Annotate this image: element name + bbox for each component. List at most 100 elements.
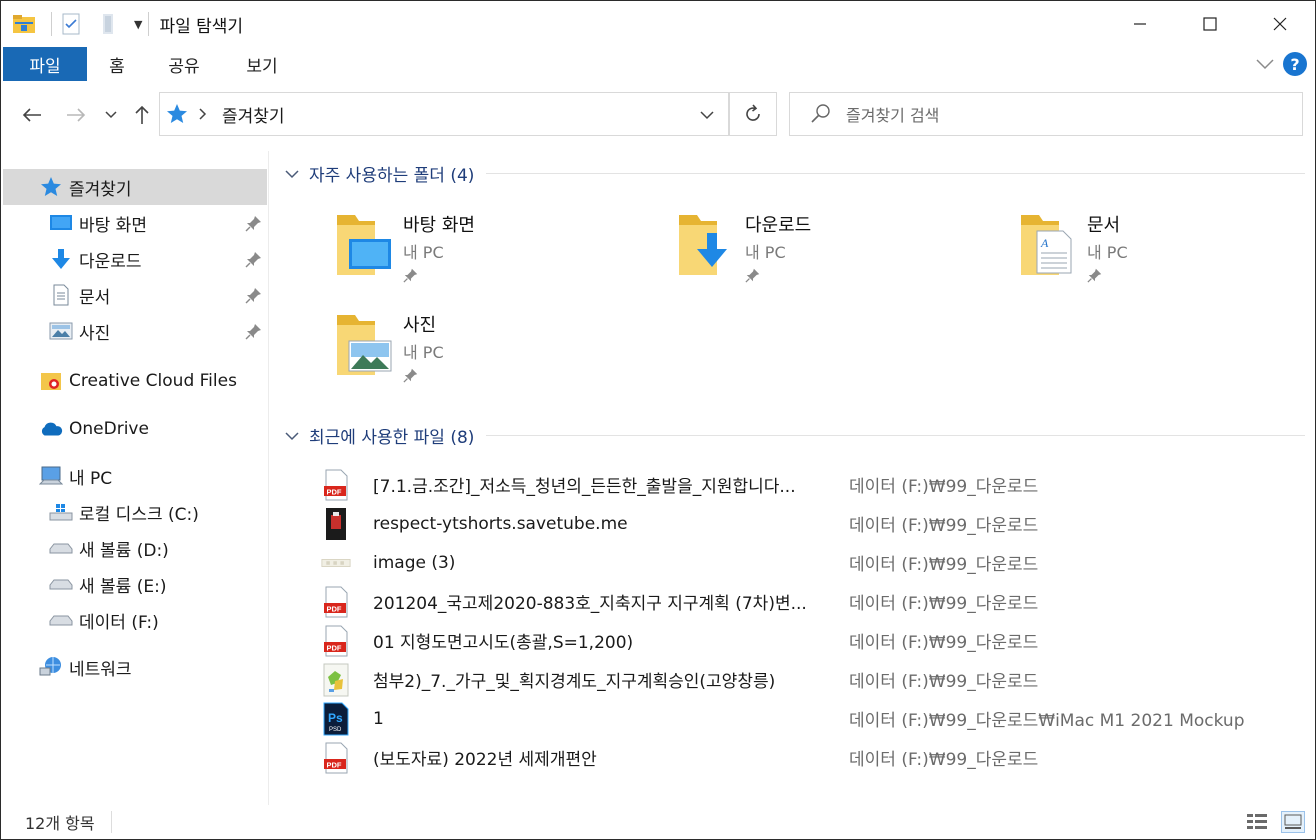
large-icons-view-icon — [1284, 814, 1302, 829]
address-bar[interactable]: 즐겨찾기 — [159, 92, 729, 136]
group-title: 최근에 사용한 파일 (8) — [309, 428, 475, 448]
properties-icon[interactable] — [58, 11, 84, 37]
address-history-dropdown-icon[interactable] — [700, 110, 714, 120]
sidebar-item-drive-c[interactable]: 로컬 디스크 (C:) — [3, 494, 267, 530]
navigation-bar: 즐겨찾기 즐겨찾기 검색 — [1, 89, 1315, 139]
recent-file-row[interactable]: PDF [7.1.금.조간]_저소득_청년의_든든한_출발을_지원합니다... … — [321, 465, 1311, 504]
tab-home[interactable]: 홈 — [89, 47, 145, 81]
pin-icon[interactable] — [245, 322, 263, 340]
sidebar-item-label: 로컬 디스크 (C:) — [79, 504, 199, 525]
documents-folder-icon: A — [1021, 215, 1072, 275]
help-icon[interactable]: ? — [1283, 52, 1307, 76]
desktop-folder-icon — [337, 215, 391, 275]
recent-files-header[interactable]: 최근에 사용한 파일 (8) — [285, 423, 1305, 448]
large-icons-view-button[interactable] — [1281, 811, 1305, 833]
recent-file-row[interactable]: Ps PSD 1 데이터 (F:)₩99_다운로드₩iMac M1 2021 Mo… — [321, 699, 1311, 738]
back-button[interactable] — [19, 101, 45, 129]
sidebar-item-downloads[interactable]: 다운로드 — [3, 241, 267, 277]
file-location: 데이터 (F:)₩99_다운로드 — [849, 516, 1039, 536]
sidebar-item-label: 다운로드 — [79, 251, 142, 272]
sidebar-item-creative-cloud[interactable]: Creative Cloud Files — [3, 363, 267, 399]
photoshop-file-icon: Ps PSD — [321, 702, 351, 736]
svg-text:Ps: Ps — [328, 711, 343, 725]
recent-file-row[interactable]: PDF 01 지형도면고시도(총괄,S=1,200) 데이터 (F:)₩99_다… — [321, 621, 1311, 660]
recent-file-row[interactable]: PDF (보도자료) 2022년 세제개편안 데이터 (F:)₩99_다운로드 — [321, 738, 1311, 777]
file-name: respect-ytshorts.savetube.me — [373, 513, 628, 534]
sidebar-item-label: 즐겨찾기 — [69, 179, 132, 200]
explorer-folder-icon[interactable] — [11, 11, 37, 37]
sidebar-item-onedrive[interactable]: OneDrive — [3, 411, 267, 447]
sidebar-item-this-pc[interactable]: 내 PC — [3, 458, 267, 494]
window-title: 파일 탐색기 — [159, 16, 244, 37]
picture-icon — [49, 319, 73, 343]
pictures-folder-icon — [337, 315, 392, 375]
folder-name: 사진 — [403, 315, 437, 336]
close-button[interactable] — [1245, 1, 1315, 47]
status-bar: 12개 항목 — [1, 805, 1315, 839]
forward-button[interactable] — [63, 101, 89, 129]
recent-file-row[interactable]: PDF 201204_국고제2020-883호_지축지구 지구계획 (7차)변.… — [321, 582, 1311, 621]
breadcrumb-chevron-icon[interactable] — [198, 108, 208, 120]
star-icon — [39, 175, 63, 199]
content-pane: 자주 사용하는 폴더 (4) 바탕 화면 내 PC 다운로드 내 PC A 문서… — [271, 151, 1311, 805]
maximize-button[interactable] — [1175, 1, 1245, 47]
pin-icon[interactable] — [245, 286, 263, 304]
sidebar-item-label: 사진 — [79, 323, 111, 344]
minimize-button[interactable] — [1105, 1, 1175, 47]
folder-name: 바탕 화면 — [403, 215, 475, 236]
search-input[interactable]: 즐겨찾기 검색 — [846, 102, 939, 126]
folder-tile-desktop[interactable]: 바탕 화면 내 PC — [333, 209, 653, 299]
svg-text:PDF: PDF — [327, 643, 342, 652]
pin-icon[interactable] — [245, 214, 263, 232]
search-box[interactable]: 즐겨찾기 검색 — [789, 92, 1303, 136]
sidebar-item-quick-access[interactable]: 즐겨찾기 — [3, 169, 267, 205]
file-location: 데이터 (F:)₩99_다운로드 — [849, 594, 1039, 614]
folder-location: 내 PC — [403, 343, 444, 362]
sidebar-item-pictures[interactable]: 사진 — [3, 313, 267, 349]
file-location: 데이터 (F:)₩99_다운로드 — [849, 477, 1039, 497]
recent-file-row[interactable]: respect-ytshorts.savetube.me 데이터 (F:)₩99… — [321, 504, 1311, 543]
sidebar-item-network[interactable]: 네트워크 — [3, 649, 267, 685]
recent-locations-button[interactable] — [101, 101, 121, 129]
svg-text:PDF: PDF — [327, 604, 342, 613]
back-arrow-icon — [22, 108, 41, 122]
status-divider — [110, 811, 112, 833]
file-name: image (3) — [373, 552, 456, 573]
recent-file-row[interactable]: 첨부2)_7._가구_및_획지경계도_지구계획승인(고양창릉) 데이터 (F:)… — [321, 660, 1311, 699]
recent-file-row[interactable]: image (3) 데이터 (F:)₩99_다운로드 — [321, 543, 1311, 582]
address-path[interactable]: 즐겨찾기 — [222, 102, 285, 127]
sidebar-item-label: Creative Cloud Files — [69, 371, 237, 391]
quick-access-toolbar: ▼ 파일 탐색기 — [1, 1, 243, 47]
ribbon-tabs: 파일 홈 공유 보기 ? — [1, 47, 1315, 83]
close-icon — [1273, 17, 1287, 31]
pin-icon[interactable] — [245, 250, 263, 268]
refresh-button[interactable] — [729, 92, 777, 136]
sidebar-item-label: 바탕 화면 — [79, 215, 147, 236]
sidebar-item-label: 새 볼륨 (E:) — [79, 576, 167, 597]
up-arrow-icon — [135, 105, 149, 124]
chevron-down-icon — [285, 169, 299, 178]
pdf-icon: PDF — [321, 741, 351, 775]
pin-icon — [1087, 268, 1102, 283]
folder-location: 내 PC — [745, 243, 786, 262]
new-folder-icon[interactable] — [96, 11, 122, 37]
up-button[interactable] — [129, 101, 155, 129]
file-name: [7.1.금.조간]_저소득_청년의_든든한_출발을_지원합니다... — [373, 477, 796, 497]
sidebar-item-desktop[interactable]: 바탕 화면 — [3, 205, 267, 241]
details-view-button[interactable] — [1245, 811, 1269, 833]
item-count: 12개 항목 — [25, 814, 95, 833]
tab-share[interactable]: 공유 — [151, 47, 217, 81]
sidebar-item-documents[interactable]: 문서 — [3, 277, 267, 313]
tab-file[interactable]: 파일 — [3, 47, 87, 81]
sidebar-item-drive-f[interactable]: 데이터 (F:) — [3, 602, 267, 638]
folder-tile-pictures[interactable]: 사진 내 PC — [333, 309, 653, 399]
expand-ribbon-chevron-icon[interactable] — [1255, 58, 1275, 70]
frequent-folders-header[interactable]: 자주 사용하는 폴더 (4) — [285, 161, 1305, 186]
sidebar-item-label: 네트워크 — [69, 659, 132, 680]
folder-tile-documents[interactable]: A 문서 내 PC — [1017, 209, 1316, 299]
sidebar-item-drive-d[interactable]: 새 볼륨 (D:) — [3, 530, 267, 566]
sidebar-item-drive-e[interactable]: 새 볼륨 (E:) — [3, 566, 267, 602]
tab-view[interactable]: 보기 — [229, 47, 295, 81]
customize-toolbar-dropdown-icon[interactable]: ▼ — [134, 18, 142, 31]
folder-tile-downloads[interactable]: 다운로드 내 PC — [675, 209, 995, 299]
